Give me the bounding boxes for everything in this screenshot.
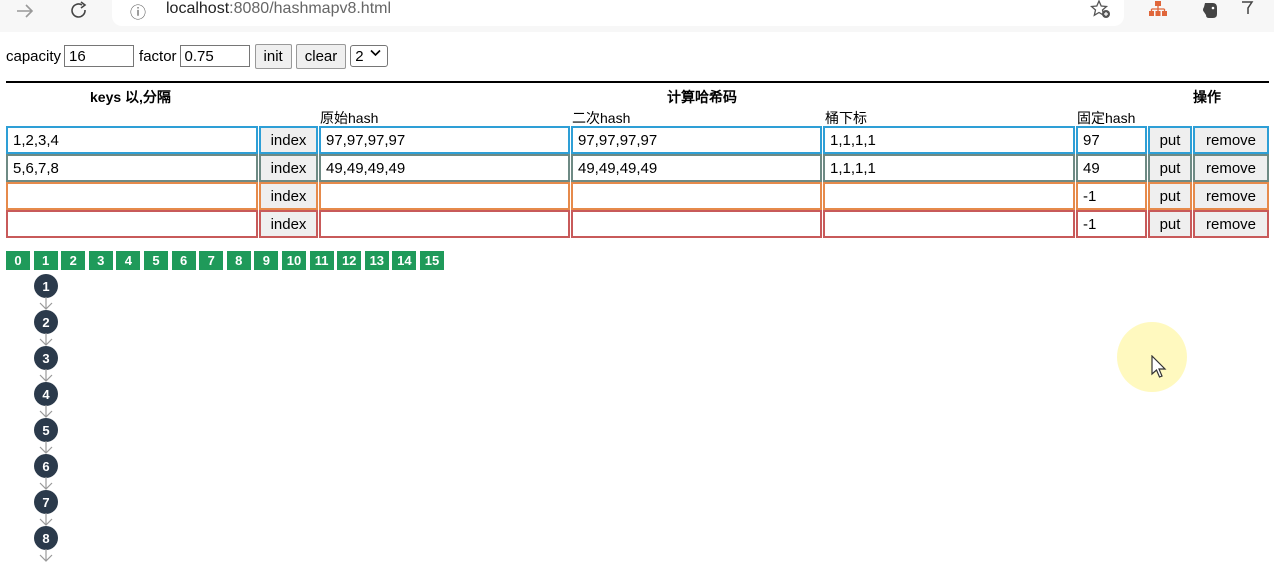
table-top-border (6, 81, 1269, 83)
index-button[interactable]: index (259, 210, 318, 238)
bucket-12[interactable]: 12 (337, 251, 362, 270)
compute-hash-header: 计算哈希码 (667, 89, 737, 105)
bucket-index-field[interactable]: 1,1,1,1 (823, 154, 1075, 182)
bucket-0[interactable]: 0 (6, 251, 30, 270)
fixed-hash-input[interactable]: -1 (1076, 182, 1147, 210)
fixed-hash-input[interactable]: 97 (1076, 126, 1147, 154)
bucket-index-header: 桶下标 (825, 110, 867, 126)
bucket-index-field[interactable] (823, 182, 1075, 210)
info-icon[interactable]: ⓘ (130, 0, 146, 23)
keys-input[interactable]: 1,2,3,4 (6, 126, 258, 154)
bucket-6[interactable]: 6 (171, 251, 196, 270)
address-bar[interactable]: ⓘ localhost:8080/hashmapv8.html (112, 0, 1124, 26)
raw-hash-field[interactable]: 97,97,97,97 (319, 126, 570, 154)
bucket-8[interactable]: 8 (226, 251, 251, 270)
chain-node[interactable]: 4 (34, 382, 58, 406)
bucket-15[interactable]: 15 (420, 251, 444, 270)
evernote-extension-icon[interactable] (1200, 0, 1220, 25)
remove-button[interactable]: remove (1193, 182, 1269, 210)
second-hash-header: 二次hash (572, 110, 631, 126)
row-count-value: 2 (355, 47, 364, 65)
fixed-hash-input[interactable]: -1 (1076, 210, 1147, 238)
second-hash-field[interactable]: 97,97,97,97 (571, 126, 822, 154)
table-row: 1,2,3,4 index 97,97,97,97 97,97,97,97 1,1,1,… (6, 126, 1269, 154)
chain-node[interactable]: 7 (34, 490, 58, 514)
keys-input[interactable] (6, 210, 258, 238)
keys-header: keys 以,分隔 (90, 89, 171, 105)
operations-header: 操作 (1193, 89, 1221, 105)
chain-node[interactable]: 3 (34, 346, 58, 370)
capacity-label: capacity (6, 47, 62, 65)
bucket-2[interactable]: 2 (61, 251, 86, 270)
bucket-index-field[interactable] (823, 210, 1075, 238)
row-count-select[interactable]: 2 (350, 45, 389, 67)
forward-icon[interactable] (12, 0, 38, 22)
refresh-icon[interactable] (66, 0, 92, 22)
raw-hash-header: 原始hash (320, 110, 379, 126)
bucket-5[interactable]: 5 (144, 251, 168, 270)
mouse-cursor-icon (1150, 354, 1168, 383)
star-add-icon[interactable] (1089, 0, 1112, 25)
table-row: index -1 put remove (6, 210, 1269, 238)
bucket-3[interactable]: 3 (88, 251, 113, 270)
capacity-input[interactable] (64, 45, 135, 67)
browser-toolbar: ⓘ localhost:8080/hashmapv8.html (0, 0, 1274, 32)
arrow-down-icon (37, 549, 55, 567)
fixed-hash-input[interactable]: 49 (1076, 154, 1147, 182)
filter-extension-icon[interactable] (1240, 0, 1254, 23)
factor-input[interactable] (179, 45, 250, 67)
bucket-7[interactable]: 7 (199, 251, 224, 270)
bucket-13[interactable]: 13 (364, 251, 389, 270)
bucket-14[interactable]: 14 (392, 251, 417, 270)
remove-button[interactable]: remove (1193, 126, 1269, 154)
put-button[interactable]: put (1148, 210, 1192, 238)
index-button[interactable]: index (259, 126, 318, 154)
raw-hash-field[interactable]: 49,49,49,49 (319, 154, 570, 182)
index-button[interactable]: index (259, 154, 318, 182)
init-button[interactable]: init (254, 43, 292, 69)
bucket-10[interactable]: 10 (282, 251, 306, 270)
clear-button[interactable]: clear (295, 43, 347, 69)
table-row: 5,6,7,8 index 49,49,49,49 49,49,49,49 1,1,1,… (6, 154, 1269, 182)
chain-node[interactable]: 1 (34, 274, 58, 298)
bucket-index-field[interactable]: 1,1,1,1 (823, 126, 1075, 154)
second-hash-field[interactable]: 49,49,49,49 (571, 154, 822, 182)
chain-node[interactable]: 8 (34, 526, 58, 550)
index-button[interactable]: index (259, 182, 318, 210)
bucket-4[interactable]: 4 (116, 251, 141, 270)
url-text: localhost:8080/hashmapv8.html (166, 0, 392, 17)
table-row: index -1 put remove (6, 182, 1269, 210)
bucket-9[interactable]: 9 (254, 251, 279, 270)
controls-bar: capacity factor init clear 2 (6, 43, 389, 69)
put-button[interactable]: put (1148, 126, 1192, 154)
sitemap-extension-icon[interactable] (1148, 0, 1168, 23)
raw-hash-field[interactable] (319, 210, 570, 238)
put-button[interactable]: put (1148, 154, 1192, 182)
remove-button[interactable]: remove (1193, 210, 1269, 238)
chevron-down-icon (370, 48, 381, 60)
chain-node[interactable]: 5 (34, 418, 58, 442)
bucket-1[interactable]: 1 (33, 251, 58, 270)
keys-input[interactable] (6, 182, 258, 210)
put-button[interactable]: put (1148, 182, 1192, 210)
factor-label: factor (139, 47, 177, 65)
chain-node[interactable]: 6 (34, 454, 58, 478)
bucket-11[interactable]: 11 (309, 251, 334, 270)
second-hash-field[interactable] (571, 210, 822, 238)
keys-input[interactable]: 5,6,7,8 (6, 154, 258, 182)
chain-node[interactable]: 2 (34, 310, 58, 334)
fixed-hash-header: 固定hash (1077, 110, 1136, 126)
remove-button[interactable]: remove (1193, 154, 1269, 182)
second-hash-field[interactable] (571, 182, 822, 210)
raw-hash-field[interactable] (319, 182, 570, 210)
